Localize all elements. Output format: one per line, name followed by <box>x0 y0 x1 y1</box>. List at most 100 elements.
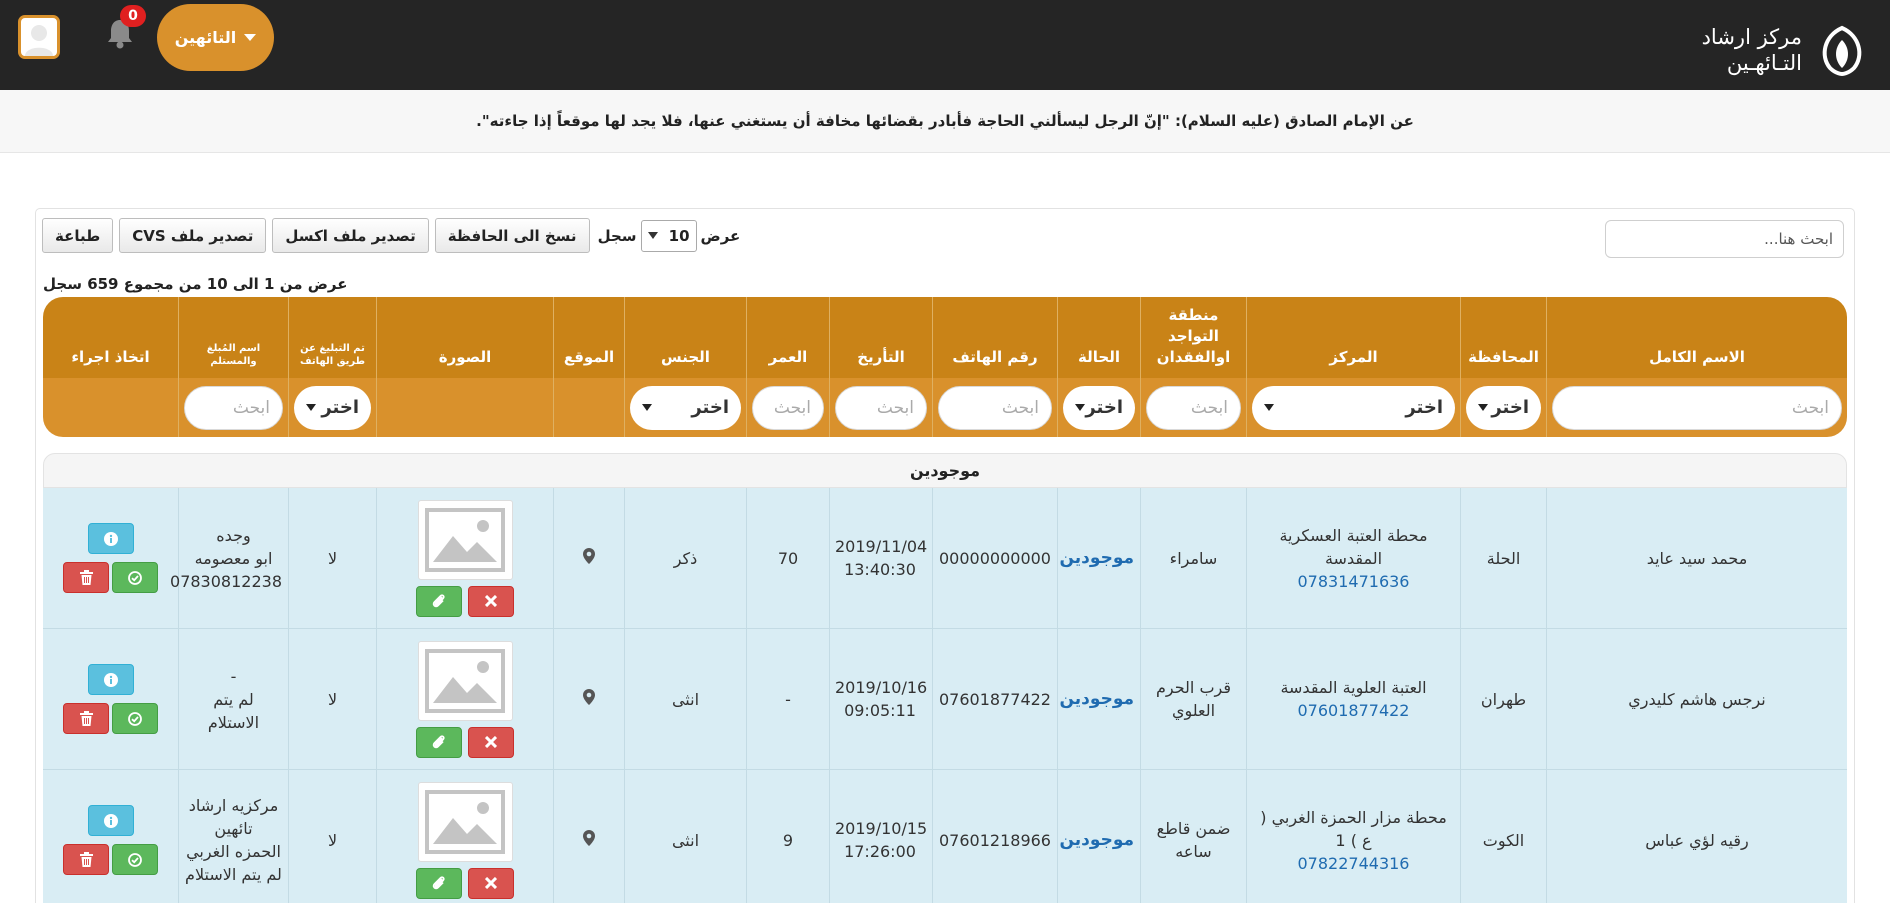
filter-gender-select[interactable]: اختر <box>630 385 741 430</box>
filter-notified-select[interactable]: اختر <box>294 385 371 430</box>
map-marker-icon[interactable] <box>583 688 595 705</box>
status-link[interactable]: موجودين <box>1060 830 1135 850</box>
search-input[interactable] <box>1605 220 1844 258</box>
approve-button[interactable] <box>112 562 158 593</box>
status-link[interactable]: موجودين <box>1060 689 1135 709</box>
col-province[interactable]: المحافظة <box>1460 297 1546 378</box>
cell-notified: لا <box>288 770 376 903</box>
date-value: 2019/10/16 <box>835 678 928 697</box>
avatar[interactable] <box>18 15 60 59</box>
attach-photo-button[interactable] <box>416 726 462 758</box>
records-panel: طباعة تصدير ملف CVS تصدير ملف اكسل نسخ ا… <box>35 208 1855 903</box>
col-gender[interactable]: الجنس <box>624 297 746 378</box>
records-table: الاسم الكامل المحافظة المركز منطقة التوا… <box>43 297 1847 903</box>
cell-region: قرب الحرم العلوي <box>1140 629 1246 770</box>
paperclip-icon <box>432 594 445 608</box>
photo-placeholder[interactable] <box>417 781 513 862</box>
filter-date-input[interactable] <box>835 385 927 430</box>
approve-button[interactable] <box>112 844 158 875</box>
copy-clipboard-button[interactable]: نسخ الى الحافظة <box>434 218 590 253</box>
col-status[interactable]: الحالة <box>1057 297 1140 378</box>
col-action[interactable]: اتخاذ اجراء <box>43 297 178 378</box>
info-icon <box>103 672 118 687</box>
brand-name: مركز ارشاد التـائهـين <box>1702 24 1802 76</box>
page-length-select[interactable]: 10 <box>640 219 697 252</box>
remove-photo-button[interactable] <box>468 867 514 899</box>
filter-region-input[interactable] <box>1146 385 1241 430</box>
col-photo[interactable]: الصورة <box>376 297 553 378</box>
col-reporter-receiver[interactable]: اسم المُبلغ والمستلم <box>178 297 288 378</box>
filter-phone-input[interactable] <box>938 385 1052 430</box>
approve-button[interactable] <box>112 703 158 734</box>
map-marker-icon[interactable] <box>583 829 595 846</box>
info-button[interactable] <box>87 664 134 695</box>
cell-region: ضمن قاطع ساعه <box>1140 770 1246 903</box>
reporter-line: وجده <box>216 525 251 545</box>
filter-status-select[interactable]: اختر <box>1063 385 1135 430</box>
group-header-row: موجودين <box>43 453 1847 488</box>
filter-age-input[interactable] <box>752 385 824 430</box>
filter-select-label: اختر <box>1491 397 1529 418</box>
delete-button[interactable] <box>63 703 109 734</box>
print-button[interactable]: طباعة <box>42 218 114 253</box>
cell-notified: لا <box>288 629 376 770</box>
remove-photo-button[interactable] <box>468 585 514 617</box>
cell-status: موجودين <box>1057 488 1140 629</box>
table-toolbar: طباعة تصدير ملف CVS تصدير ملف اكسل نسخ ا… <box>42 218 740 253</box>
cell-name: نرجس هاشم كليدري <box>1546 629 1847 770</box>
center-phone: 07831471636 <box>1297 571 1410 591</box>
brand-logo[interactable]: مركز ارشاد التـائهـين <box>1702 20 1872 80</box>
filter-select-label: اختر <box>691 397 729 418</box>
center-phone: 07822744316 <box>1297 853 1410 873</box>
map-marker-icon[interactable] <box>583 547 595 564</box>
info-button[interactable] <box>87 805 134 836</box>
photo-placeholder[interactable] <box>417 499 513 580</box>
user-menu-button[interactable]: التائهين <box>157 4 274 71</box>
status-link[interactable]: موجودين <box>1060 548 1135 568</box>
page-length-value: 10 <box>668 226 690 245</box>
attach-photo-button[interactable] <box>416 867 462 899</box>
trash-icon <box>79 852 93 867</box>
col-phone-notified[interactable]: تم التبليغ عن طريق الهاتف <box>288 297 376 378</box>
cell-gender: انثى <box>624 770 746 903</box>
filter-reporter-input[interactable] <box>184 385 283 430</box>
photo-placeholder[interactable] <box>417 640 513 721</box>
time-value: 09:05:11 <box>844 701 916 720</box>
info-icon <box>103 813 118 828</box>
cell-gender: انثى <box>624 629 746 770</box>
attach-photo-button[interactable] <box>416 585 462 617</box>
table-info: عرض من 1 الى 10 من مجموع 659 سجل <box>43 275 348 293</box>
filter-name-input[interactable] <box>1552 385 1842 430</box>
col-phone[interactable]: رقم الهاتف <box>932 297 1057 378</box>
col-region[interactable]: منطقة التواجد اوالفقدان <box>1140 297 1246 378</box>
col-date[interactable]: التأريخ <box>829 297 932 378</box>
col-center[interactable]: المركز <box>1246 297 1460 378</box>
image-placeholder-icon <box>425 507 505 572</box>
cell-action <box>43 629 178 770</box>
chevron-down-icon <box>1075 404 1085 411</box>
header-row: الاسم الكامل المحافظة المركز منطقة التوا… <box>43 297 1847 378</box>
col-location[interactable]: الموقع <box>553 297 624 378</box>
remove-photo-button[interactable] <box>468 726 514 758</box>
user-silhouette-icon <box>25 25 53 56</box>
filter-action-empty <box>43 378 178 437</box>
info-button[interactable] <box>87 523 134 554</box>
cell-photo <box>376 629 553 770</box>
delete-button[interactable] <box>63 844 109 875</box>
filter-center-select[interactable]: اختر <box>1252 385 1455 430</box>
export-csv-button[interactable]: تصدير ملف CVS <box>119 218 267 253</box>
delete-button[interactable] <box>63 562 109 593</box>
time-value: 13:40:30 <box>844 560 916 579</box>
time-value: 17:26:00 <box>844 842 916 861</box>
filter-select-label: اختر <box>1085 397 1123 418</box>
col-full-name[interactable]: الاسم الكامل <box>1546 297 1847 378</box>
paperclip-icon <box>432 735 445 749</box>
filter-province-select[interactable]: اختر <box>1466 385 1541 430</box>
export-excel-button[interactable]: تصدير ملف اكسل <box>272 218 429 253</box>
filter-location-empty <box>553 378 624 437</box>
cell-region: سامراء <box>1140 488 1246 629</box>
col-age[interactable]: العمر <box>746 297 829 378</box>
cell-location <box>553 629 624 770</box>
page-length-prefix: عرض <box>700 226 741 245</box>
chevron-down-icon <box>1478 404 1488 411</box>
